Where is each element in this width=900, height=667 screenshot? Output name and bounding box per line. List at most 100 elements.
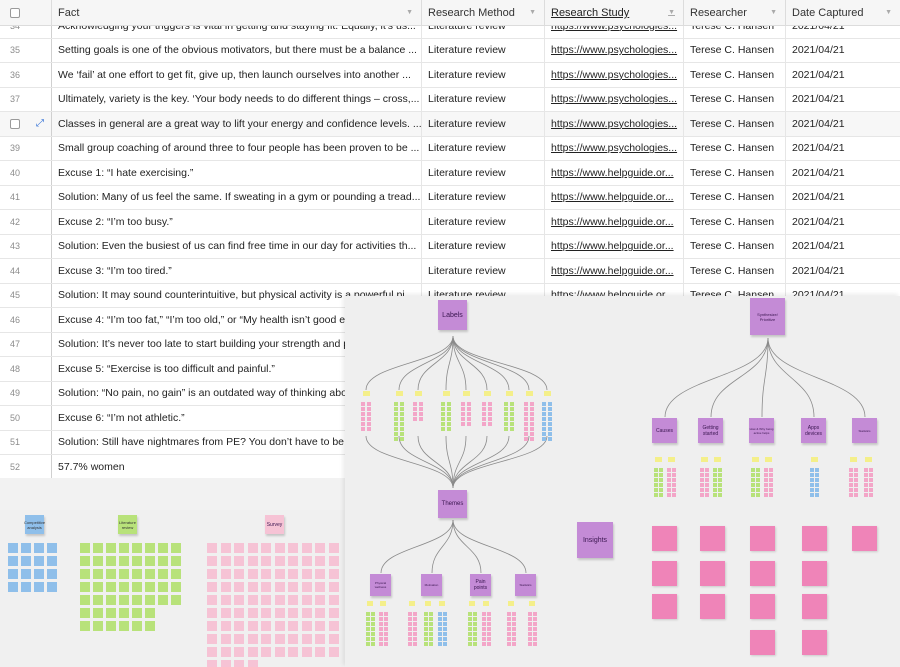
sticky-note[interactable] (394, 417, 398, 421)
table-row[interactable]: ⤢ Classes in general are a great way to l… (0, 112, 900, 137)
sticky-note[interactable] (220, 582, 231, 592)
table-row[interactable]: 39 Small group coaching of around three t… (0, 136, 900, 161)
sticky-note[interactable] (529, 417, 534, 421)
sticky-note[interactable] (756, 493, 760, 497)
sticky-note[interactable] (80, 582, 90, 592)
sticky-note[interactable] (145, 556, 155, 566)
sticky-note[interactable] (366, 627, 370, 631)
sticky-note[interactable] (864, 483, 868, 487)
note-synthesize-prioritize[interactable]: Synthesize/ Prioritize (750, 298, 785, 335)
sticky-note[interactable] (547, 412, 552, 416)
sticky-note[interactable] (667, 478, 671, 482)
insight-sticky-note[interactable] (700, 594, 725, 619)
sticky-note[interactable] (366, 407, 371, 411)
sticky-note[interactable] (288, 569, 298, 579)
sticky-note[interactable] (482, 417, 486, 421)
sticky-note[interactable] (529, 407, 534, 411)
sticky-note[interactable] (461, 412, 465, 416)
sticky-note[interactable] (379, 642, 383, 646)
sticky-note[interactable] (366, 637, 370, 641)
sticky-note[interactable] (424, 627, 428, 631)
sticky-note[interactable] (371, 642, 375, 646)
sticky-note[interactable] (764, 468, 768, 472)
research-study-link[interactable]: https://www.psychologies... (545, 112, 684, 136)
sticky-note[interactable] (384, 612, 388, 616)
sticky-note[interactable] (468, 617, 472, 621)
sticky-note[interactable] (509, 427, 514, 431)
sticky-note[interactable] (379, 612, 383, 616)
sticky-note-label[interactable] (439, 601, 445, 606)
sticky-note[interactable] (769, 493, 773, 497)
column-header-researcher[interactable]: Researcher ▼ (684, 0, 786, 26)
sticky-note[interactable] (366, 632, 370, 636)
sticky-note[interactable] (145, 621, 155, 631)
sticky-note[interactable] (408, 622, 412, 626)
sticky-note[interactable] (512, 632, 516, 636)
sticky-note[interactable] (718, 493, 722, 497)
sticky-note[interactable] (438, 617, 442, 621)
note-causes[interactable]: Causes (652, 418, 677, 443)
sticky-note[interactable] (654, 483, 658, 487)
sticky-note[interactable] (234, 634, 244, 644)
researcher-cell[interactable]: Terese C. Hansen (684, 234, 786, 258)
sticky-note[interactable] (509, 417, 514, 421)
sticky-note[interactable] (274, 634, 285, 644)
sticky-note-label[interactable] (850, 457, 857, 462)
sticky-note[interactable] (487, 412, 492, 416)
sticky-note[interactable] (487, 402, 492, 406)
sticky-note[interactable] (654, 488, 658, 492)
sticky-note[interactable] (361, 407, 365, 411)
row-number[interactable]: 52 (0, 455, 52, 478)
sticky-note[interactable] (659, 493, 663, 497)
sticky-note[interactable] (482, 632, 486, 636)
research-method-cell[interactable]: Literature review (422, 259, 545, 283)
sticky-note-label[interactable] (668, 457, 675, 462)
sticky-note[interactable] (764, 478, 768, 482)
sticky-note[interactable] (466, 422, 471, 426)
sticky-note[interactable] (849, 483, 853, 487)
sticky-note[interactable] (234, 582, 244, 592)
sticky-note[interactable] (220, 556, 231, 566)
sticky-note[interactable] (533, 622, 537, 626)
sticky-note[interactable] (366, 422, 371, 426)
sticky-note[interactable] (672, 488, 676, 492)
sticky-note[interactable] (34, 582, 44, 592)
sticky-note[interactable] (441, 402, 445, 406)
sticky-note[interactable] (751, 478, 755, 482)
row-checkbox[interactable] (10, 118, 20, 129)
sticky-note[interactable] (509, 422, 514, 426)
sticky-note[interactable] (443, 612, 447, 616)
sticky-note[interactable] (667, 468, 671, 472)
insight-sticky-note[interactable] (852, 526, 877, 551)
research-study-link-text[interactable]: https://www.psychologies... (551, 69, 677, 81)
sticky-note[interactable] (261, 647, 271, 657)
sticky-note[interactable] (413, 412, 417, 416)
sticky-note[interactable] (274, 569, 285, 579)
sticky-note[interactable] (366, 642, 370, 646)
research-study-link[interactable]: https://www.helpguide.or... (545, 185, 684, 209)
sticky-note[interactable] (528, 622, 532, 626)
sticky-note[interactable] (315, 608, 325, 618)
note-insights[interactable]: Insights (577, 522, 613, 558)
research-study-link[interactable]: https://www.helpguide.or... (545, 161, 684, 185)
sticky-note-label[interactable] (526, 391, 533, 396)
sticky-note[interactable] (93, 582, 103, 592)
sticky-note[interactable] (854, 493, 858, 497)
sticky-note[interactable] (524, 407, 528, 411)
sticky-note[interactable] (315, 556, 325, 566)
sticky-note[interactable] (487, 632, 491, 636)
sticky-note[interactable] (132, 543, 142, 553)
sticky-note[interactable] (384, 627, 388, 631)
sticky-note[interactable] (547, 417, 552, 421)
note-getting-started[interactable]: Getting started (698, 418, 723, 443)
sticky-note[interactable] (399, 427, 404, 431)
note-how-why-active[interactable]: How & Why being active helps (749, 418, 774, 443)
sticky-note[interactable] (542, 412, 546, 416)
research-study-link-text[interactable]: https://www.helpguide.or... (551, 191, 674, 203)
sticky-note[interactable] (438, 642, 442, 646)
sticky-note[interactable] (315, 647, 325, 657)
sticky-note[interactable] (461, 402, 465, 406)
sticky-note[interactable] (468, 612, 472, 616)
sticky-note[interactable] (21, 569, 31, 579)
sticky-note[interactable] (512, 637, 516, 641)
